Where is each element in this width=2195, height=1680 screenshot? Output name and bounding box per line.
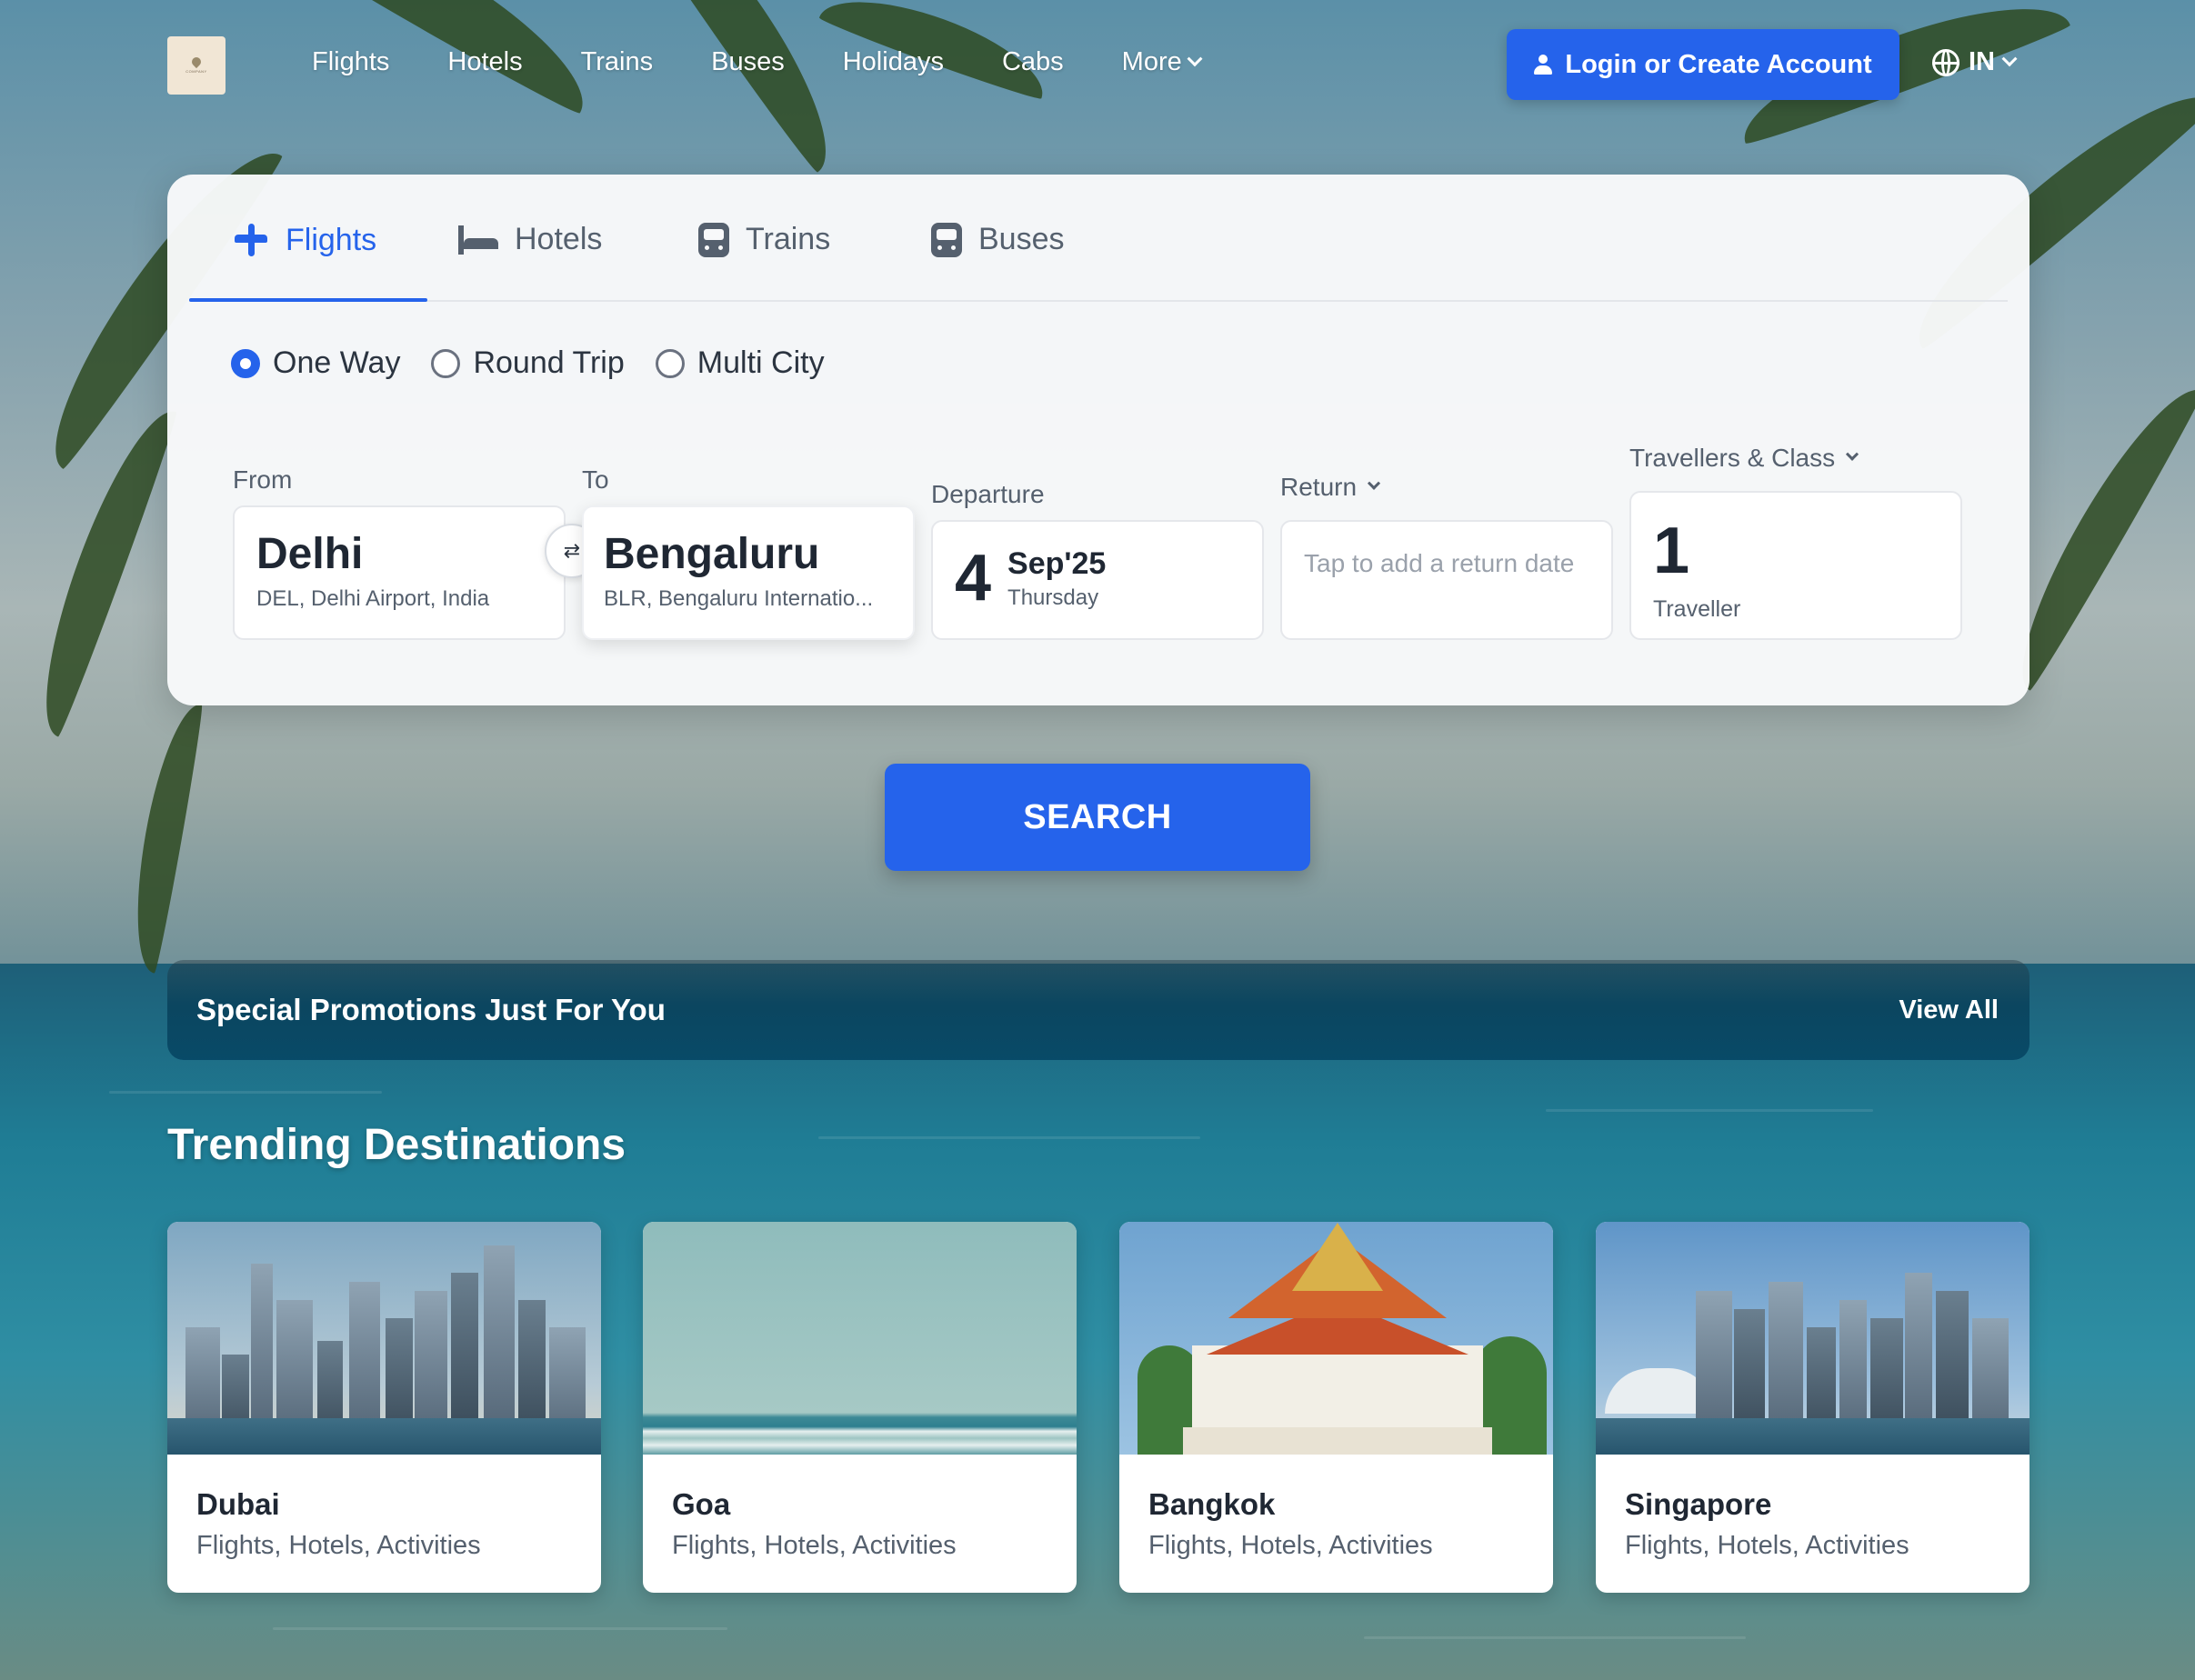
destination-desc: Flights, Hotels, Activities [672, 1531, 957, 1560]
radio-checked-icon [231, 348, 260, 378]
destination-card-singapore[interactable]: Singapore Flights, Hotels, Activities [1596, 1222, 2030, 1593]
traveller-count: 1 [1653, 515, 1690, 587]
trending-title: Trending Destinations [167, 1121, 626, 1169]
tab-flights[interactable]: Flights [233, 222, 376, 258]
destination-name: Dubai [196, 1487, 280, 1521]
bangkok-image [1119, 1222, 1553, 1455]
departure-label: Departure [931, 480, 1045, 508]
nav-hotels[interactable]: Hotels [447, 47, 522, 77]
nav-trains[interactable]: Trains [581, 47, 654, 77]
to-field[interactable]: Bengaluru BLR, Bengaluru Internatio... [582, 505, 915, 640]
goa-image [643, 1222, 1077, 1455]
destination-card-dubai[interactable]: Dubai Flights, Hotels, Activities [167, 1222, 601, 1593]
company-logo[interactable]: COMPANY [167, 36, 226, 95]
radio-round-trip[interactable]: Round Trip [431, 345, 625, 381]
tab-buses[interactable]: Buses [931, 222, 1065, 257]
destination-name: Goa [672, 1487, 731, 1521]
promotions-title: Special Promotions Just For You [196, 993, 666, 1026]
chevron-down-icon [1367, 476, 1381, 490]
bed-icon [458, 225, 498, 255]
radio-multi-city[interactable]: Multi City [655, 345, 825, 381]
travellers-field[interactable]: 1 Traveller [1629, 491, 1962, 640]
departure-weekday: Thursday [1007, 585, 1099, 610]
user-icon [1534, 55, 1553, 75]
nav-holidays[interactable]: Holidays [843, 47, 944, 77]
nav-cabs[interactable]: Cabs [1002, 47, 1064, 77]
to-label: To [582, 465, 609, 494]
departure-month: Sep'25 [1007, 545, 1107, 581]
swap-arrows-icon: ⇄ [563, 539, 581, 562]
tab-trains[interactable]: Trains [698, 222, 830, 257]
search-tabs: Flights Hotels Trains Buses [189, 175, 2008, 302]
plane-icon [233, 222, 269, 258]
traveller-unit: Traveller [1653, 596, 1741, 622]
nav-flights[interactable]: Flights [312, 47, 389, 77]
departure-field[interactable]: 4 Sep'25 Thursday [931, 520, 1264, 640]
active-tab-indicator [189, 298, 427, 302]
nav-more[interactable]: More [1122, 47, 1203, 77]
departure-day: 4 [955, 542, 992, 615]
tab-hotels[interactable]: Hotels [458, 222, 602, 257]
from-label: From [233, 465, 293, 494]
destination-card-goa[interactable]: Goa Flights, Hotels, Activities [643, 1222, 1077, 1593]
chevron-down-icon [2001, 50, 2018, 66]
to-detail: BLR, Bengaluru Internatio... [604, 585, 874, 611]
train-icon [698, 222, 729, 257]
promotions-bar: Special Promotions Just For You View All [167, 960, 2030, 1060]
radio-one-way[interactable]: One Way [231, 345, 400, 381]
destination-desc: Flights, Hotels, Activities [1148, 1531, 1433, 1560]
radio-unchecked-icon [655, 348, 685, 378]
destination-card-bangkok[interactable]: Bangkok Flights, Hotels, Activities [1119, 1222, 1553, 1593]
from-field[interactable]: Delhi DEL, Delhi Airport, India [233, 505, 566, 640]
radio-unchecked-icon [431, 348, 461, 378]
dubai-image [167, 1222, 601, 1455]
from-city: Delhi [256, 530, 364, 578]
travellers-label[interactable]: Travellers & Class [1629, 444, 1859, 473]
login-button[interactable]: Login or Create Account [1507, 29, 1899, 100]
search-card: Flights Hotels Trains Buses One Way Roun… [167, 175, 2030, 705]
to-city: Bengaluru [604, 530, 820, 578]
from-detail: DEL, Delhi Airport, India [256, 585, 490, 611]
chevron-down-icon [1187, 50, 1203, 66]
globe-icon [1932, 48, 1959, 76]
return-label[interactable]: Return [1280, 473, 1381, 502]
view-all-link[interactable]: View All [1899, 995, 1999, 1025]
chevron-down-icon [1846, 447, 1859, 461]
trip-type-group: One Way Round Trip Multi City [231, 345, 825, 381]
region-selector[interactable]: IN [1932, 47, 2018, 77]
destination-desc: Flights, Hotels, Activities [1625, 1531, 1909, 1560]
return-placeholder: Tap to add a return date [1304, 549, 1575, 577]
destination-desc: Flights, Hotels, Activities [196, 1531, 481, 1560]
nav-buses[interactable]: Buses [711, 47, 785, 77]
destination-name: Bangkok [1148, 1487, 1276, 1521]
destination-name: Singapore [1625, 1487, 1772, 1521]
main-nav: Flights Hotels Trains Buses Holidays Cab… [312, 47, 1258, 77]
top-header: COMPANY Flights Hotels Trains Buses Holi… [0, 0, 2195, 133]
singapore-image [1596, 1222, 2030, 1455]
bus-icon [931, 222, 962, 257]
search-button[interactable]: SEARCH [885, 764, 1310, 871]
return-field[interactable]: Tap to add a return date [1280, 520, 1613, 640]
